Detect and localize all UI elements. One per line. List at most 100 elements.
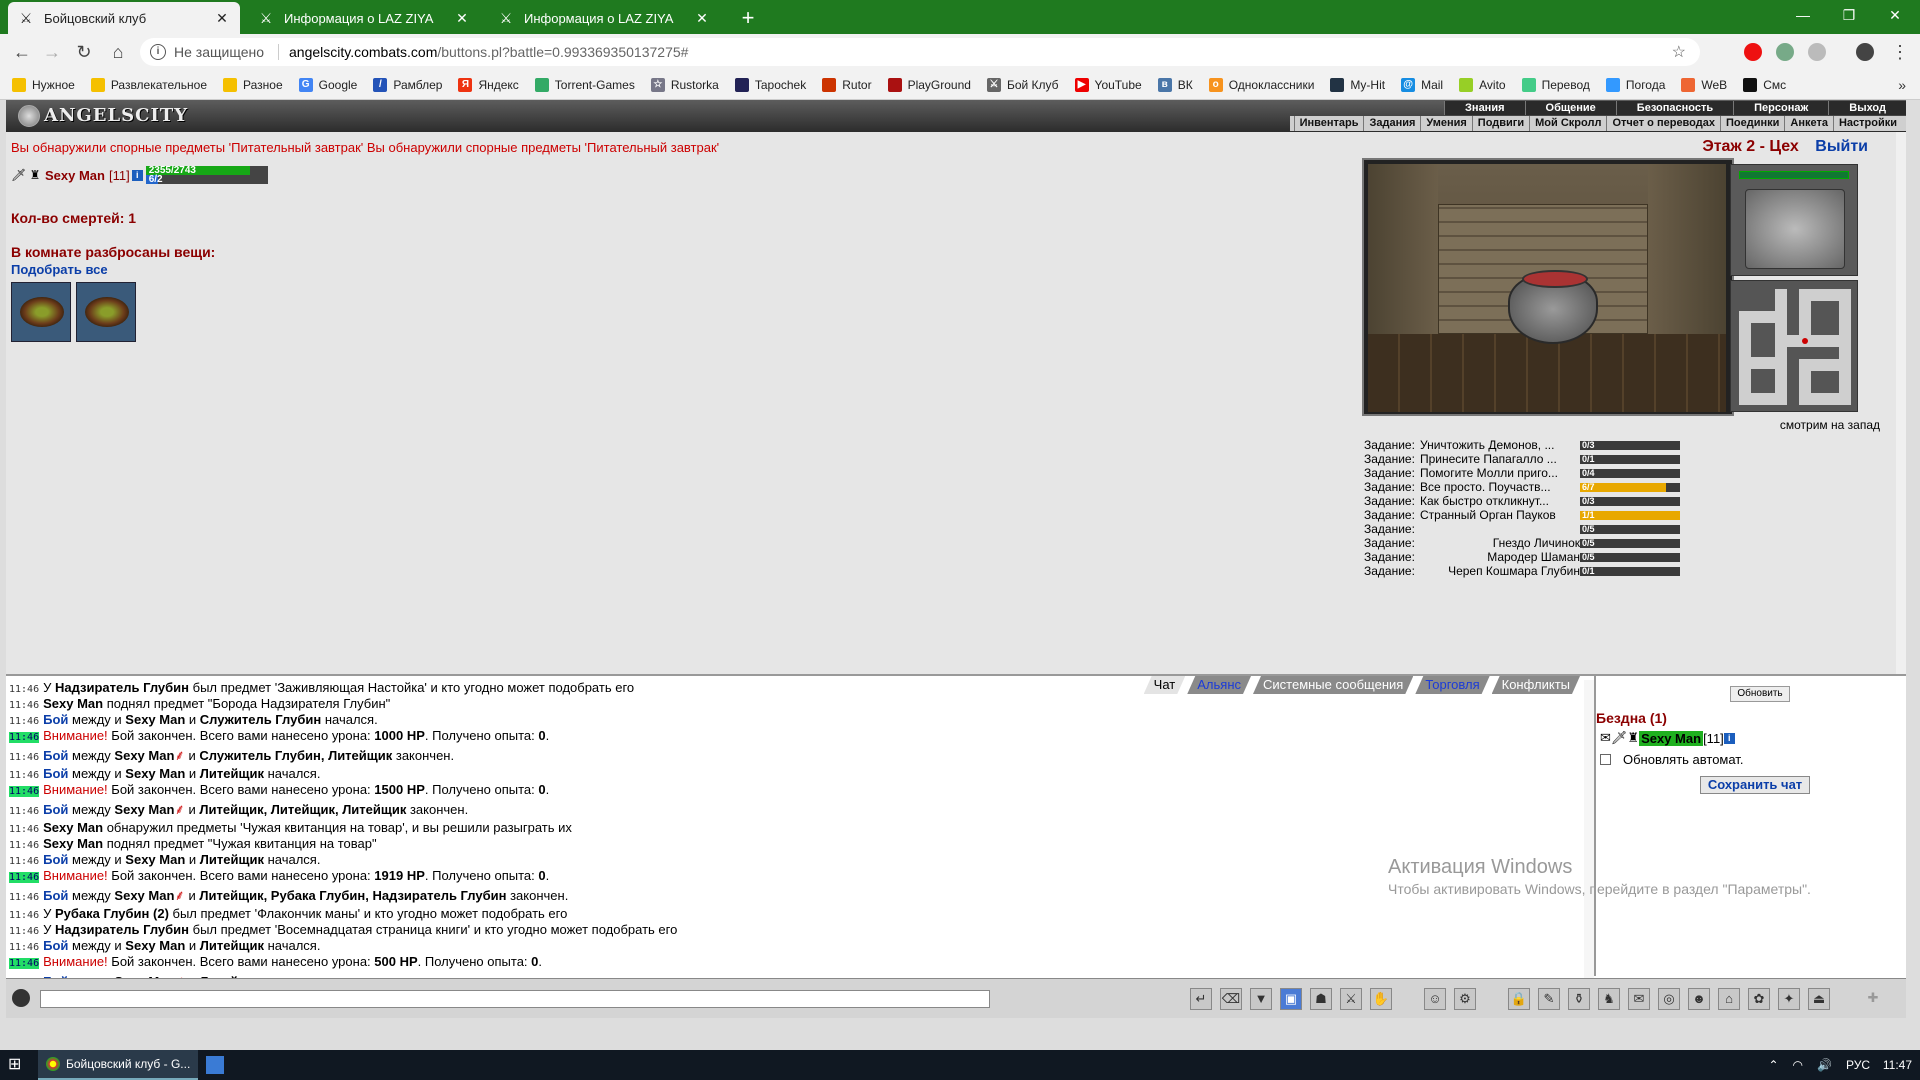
menu-transfer-report[interactable]: Отчет о переводах	[1606, 116, 1720, 131]
bookmark-item[interactable]: PlayGround	[887, 77, 971, 92]
back-button[interactable]: ←	[8, 38, 36, 66]
direction-pad[interactable]	[1745, 189, 1845, 269]
menu-quests[interactable]: Задания	[1363, 116, 1420, 131]
close-window-button[interactable]: ✕	[1872, 0, 1918, 30]
taskbar-app-icon[interactable]	[206, 1056, 224, 1074]
info-icon[interactable]: i	[1723, 732, 1735, 744]
windows-start-icon[interactable]: ⊞	[8, 1057, 24, 1073]
more-bookmarks-icon[interactable]: »	[1898, 77, 1906, 93]
quest-row[interactable]: Задание: 0/5	[1364, 522, 1704, 536]
chat-menu-icon[interactable]	[12, 989, 30, 1007]
keyboard-language[interactable]: РУС	[1846, 1058, 1870, 1072]
main-scrollbar[interactable]	[1896, 132, 1906, 674]
menu-profile[interactable]: Анкета	[1784, 116, 1833, 131]
bookmark-item[interactable]: G Google	[298, 77, 357, 92]
quest-row[interactable]: Задание: Череп Кошмара Глубин 0/1	[1364, 564, 1704, 578]
address-field[interactable]: i Не защищено angelscity.combats.com /bu…	[140, 38, 1700, 66]
menu-my-scroll[interactable]: Мой Скролл	[1529, 116, 1606, 131]
mask-icon[interactable]: ☻	[1688, 988, 1710, 1010]
bookmark-item[interactable]: Tapochek	[734, 77, 806, 92]
tab-trade[interactable]: Торговля	[1415, 676, 1489, 694]
pick-up-all-link[interactable]: Подобрать все	[11, 262, 108, 277]
quest-row[interactable]: Задание: Гнездо Личинок 0/5	[1364, 536, 1704, 550]
volume-icon[interactable]: 🔊	[1817, 1058, 1832, 1072]
quest-row[interactable]: Задание: Как быстро откликнут... 0/3	[1364, 494, 1704, 508]
filter-icon[interactable]: ▼	[1250, 988, 1272, 1010]
close-icon[interactable]: ✕	[214, 10, 230, 27]
menu-duels[interactable]: Поединки	[1719, 116, 1784, 131]
menu-communication[interactable]: Общение	[1524, 101, 1616, 115]
menu-icon[interactable]: ⋮	[1886, 38, 1914, 66]
send-icon[interactable]: ↵	[1190, 988, 1212, 1010]
bookmark-item[interactable]: Torrent-Games	[534, 77, 635, 92]
exit-icon[interactable]: ⏏	[1808, 988, 1830, 1010]
lock-icon[interactable]: 🔒	[1508, 988, 1530, 1010]
save-icon[interactable]: ▣	[1280, 988, 1302, 1010]
info-icon[interactable]: i	[150, 44, 166, 60]
tab-conflicts[interactable]: Конфликты	[1492, 676, 1580, 694]
room-player-name[interactable]: Sexy Man	[1639, 730, 1704, 746]
tab-info-laz-ziya-1[interactable]: ⚔ Информация о LAZ ZIYA ✕	[248, 2, 480, 34]
room-item-breakfast[interactable]	[76, 282, 136, 342]
bookmark-item[interactable]: ▶ YouTube	[1074, 77, 1142, 92]
extension-icon[interactable]	[1776, 43, 1794, 61]
bookmark-item[interactable]: WeB	[1681, 77, 1727, 92]
bookmark-item[interactable]: / Рамблер	[373, 77, 442, 92]
chat-bubble-icon[interactable]: ✦	[1778, 988, 1800, 1010]
tab-fight-club[interactable]: ⚔ Бойцовский клуб ✕	[8, 2, 240, 34]
close-icon[interactable]: ✕	[694, 10, 710, 27]
clock[interactable]: 11:47	[1883, 1058, 1912, 1072]
dungeon-3d-view[interactable]	[1368, 164, 1726, 412]
settings-icon[interactable]: ⚙	[1454, 988, 1476, 1010]
game-logo[interactable]: ANGELSCITY	[14, 102, 187, 130]
tray-arrow-icon[interactable]: ⌃	[1768, 1058, 1778, 1072]
bookmark-item[interactable]: Нужное	[12, 77, 75, 92]
smiley-icon[interactable]: ☺	[1424, 988, 1446, 1010]
tab-system-messages[interactable]: Системные сообщения	[1253, 676, 1413, 694]
bookmark-item[interactable]: @ Mail	[1401, 77, 1443, 92]
battle-icon[interactable]: ⚔	[1340, 988, 1362, 1010]
bookmark-star-icon[interactable]: ☆	[1672, 42, 1686, 62]
bookmark-item[interactable]: Я Яндекс	[458, 77, 519, 92]
forward-button[interactable]: →	[38, 38, 66, 66]
quest-row[interactable]: Задание: Мародер Шаман 0/5	[1364, 550, 1704, 564]
minimize-button[interactable]: —	[1780, 0, 1826, 30]
profile-avatar[interactable]	[1856, 43, 1874, 61]
house-icon[interactable]: ⌂	[1718, 988, 1740, 1010]
menu-settings[interactable]: Настройки	[1832, 116, 1902, 131]
refresh-button[interactable]: Обновить	[1730, 686, 1790, 702]
cauldron-object[interactable]	[1508, 270, 1598, 344]
feather-icon[interactable]: ✎	[1538, 988, 1560, 1010]
player-name[interactable]: Sexy Man	[45, 168, 105, 183]
quest-row[interactable]: Задание: Принесите Папагалло ... 0/1	[1364, 452, 1704, 466]
info-icon[interactable]: i	[131, 169, 143, 181]
hand-icon[interactable]: ✋	[1370, 988, 1392, 1010]
home-button[interactable]: ⌂	[104, 38, 132, 66]
puzzle-icon[interactable]: ✚	[1862, 988, 1884, 1010]
opera-icon[interactable]	[1744, 43, 1762, 61]
bookmark-item[interactable]: в ВК	[1157, 77, 1193, 92]
bookmark-item[interactable]: Смс	[1743, 77, 1786, 92]
menu-deeds[interactable]: Подвиги	[1471, 116, 1529, 131]
chat-input[interactable]	[40, 990, 990, 1008]
bookmark-item[interactable]: My-Hit	[1330, 77, 1385, 92]
scroll-icon[interactable]: ✉	[1628, 988, 1650, 1010]
bottle-icon[interactable]: ⚱	[1568, 988, 1590, 1010]
chat-scrollbar[interactable]	[1584, 680, 1594, 978]
menu-inventory[interactable]: Инвентарь	[1293, 116, 1364, 131]
quest-row[interactable]: Задание: Все просто. Поучаств... 6/7	[1364, 480, 1704, 494]
fighter-icon[interactable]: ☗	[1310, 988, 1332, 1010]
menu-security[interactable]: Безопасность	[1615, 101, 1734, 115]
horse-icon[interactable]: ♞	[1598, 988, 1620, 1010]
reload-button[interactable]: ↻	[70, 38, 98, 66]
bookmark-item[interactable]: Rutor	[822, 77, 872, 92]
quest-row[interactable]: Задание: Помогите Молли приго... 0/4	[1364, 466, 1704, 480]
close-icon[interactable]: ✕	[454, 10, 470, 27]
tab-info-laz-ziya-2[interactable]: ⚔ Информация о LAZ ZIYA ✕	[488, 2, 720, 34]
clear-icon[interactable]: ⌫	[1220, 988, 1242, 1010]
menu-character[interactable]: Персонаж	[1733, 101, 1829, 115]
exit-link[interactable]: Выйти	[1815, 138, 1868, 155]
bookmark-item[interactable]: ☆ Rustorka	[650, 77, 719, 92]
menu-skills[interactable]: Умения	[1420, 116, 1471, 131]
quest-row[interactable]: Задание: Уничтожить Демонов, ... 0/3	[1364, 438, 1704, 452]
